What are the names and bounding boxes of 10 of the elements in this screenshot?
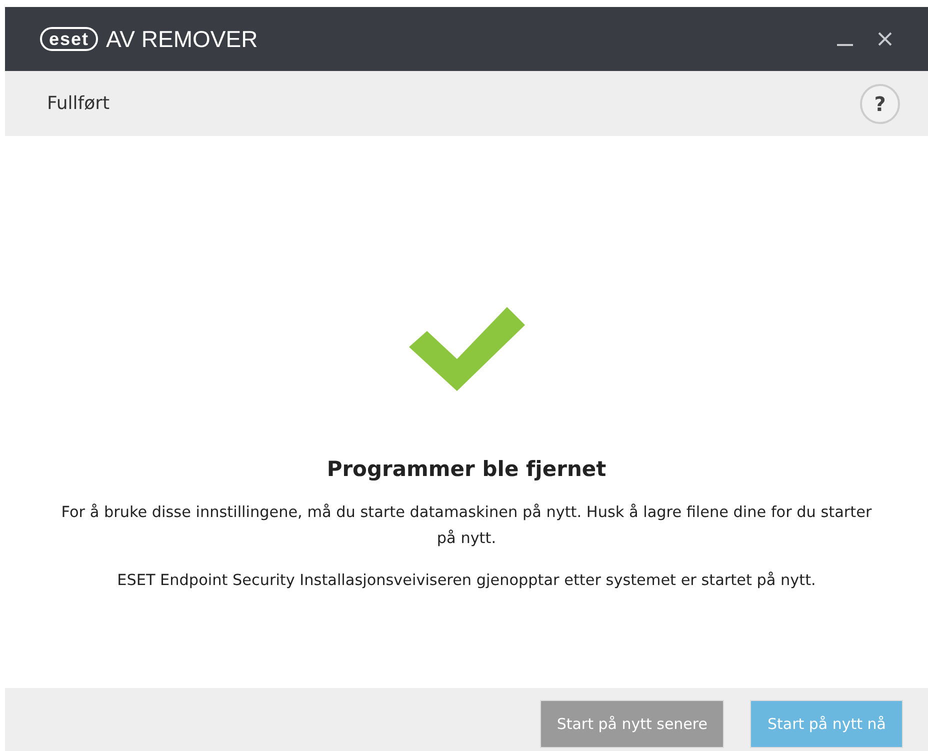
- message-text: For å bruke disse innstillingene, må du starte datamaskinen på nytt. Husk å lagre filene dine for du starter på nytt.: [60, 502, 873, 549]
- eset-logo: eset: [40, 27, 98, 51]
- close-icon[interactable]: [876, 30, 894, 48]
- message-text: ESET Endpoint Security Installasjonsveiviseren gjenopptar etter systemet er startet på nytt.: [117, 570, 816, 591]
- page-title: Fullført: [47, 93, 110, 114]
- restart-button[interactable]: Start på nytt nå: [750, 700, 903, 748]
- help-button[interactable]: ?: [860, 84, 900, 124]
- window-title: AV REMOVER: [106, 26, 258, 52]
- result-title: Programmer ble fjernet: [326, 457, 606, 481]
- restart-button[interactable]: Start på nytt senere: [540, 700, 724, 748]
